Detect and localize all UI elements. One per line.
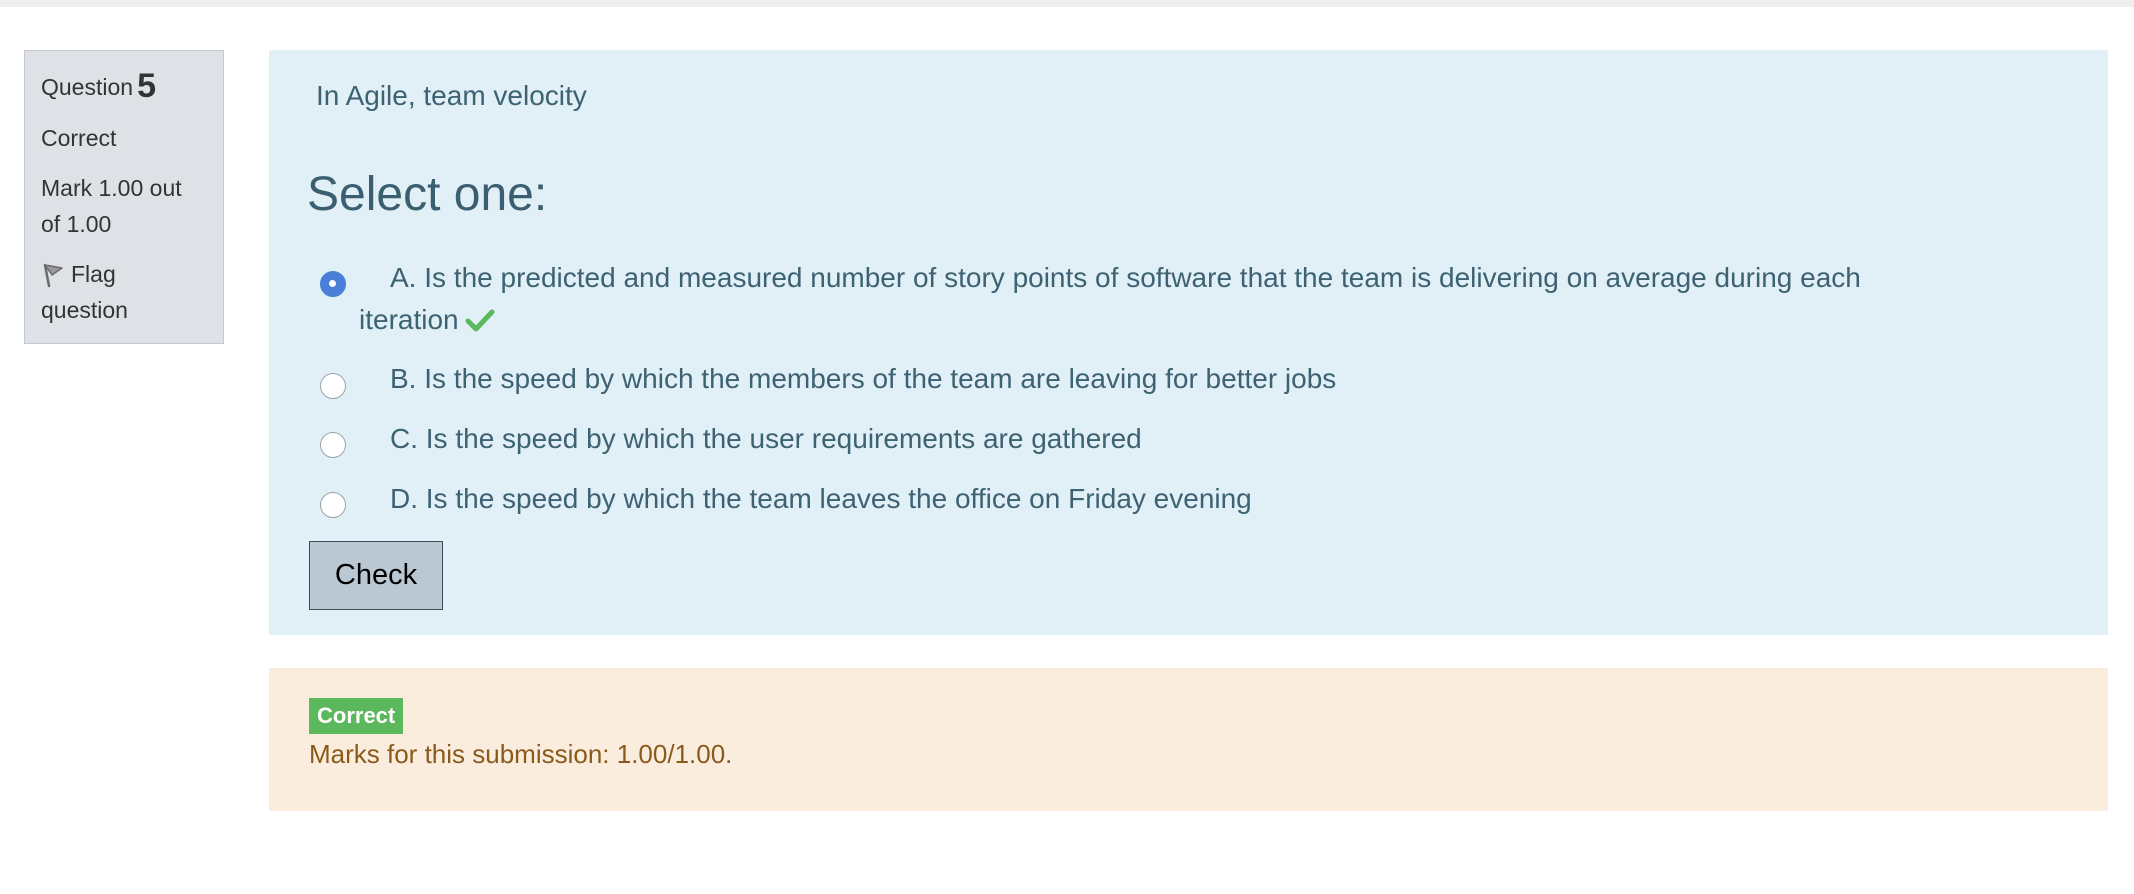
answer-b-letter: B. [390,363,417,394]
answer-b-text[interactable]: B. Is the speed by which the members of … [359,358,2059,400]
radio-d[interactable] [320,492,346,518]
flag-label-2[interactable]: question [41,292,207,328]
answer-a-text[interactable]: A. Is the predicted and measured number … [359,257,2059,341]
correct-badge: Correct [309,698,404,734]
answer-a-label: Is the predicted and measured number of … [424,262,1861,293]
top-bar [0,0,2134,7]
answer-d-letter: D. [390,483,418,514]
flag-label-1[interactable]: Flag [71,261,116,287]
question-state: Correct [41,125,117,151]
answer-a-letter: A. [390,262,417,293]
answer-d-label: Is the speed by which the team leaves th… [425,483,1252,514]
check-button[interactable]: Check [309,541,443,610]
radio-c[interactable] [320,432,346,458]
radio-a[interactable] [320,271,346,297]
answer-a-continuation-text: iteration [359,304,459,335]
question-text: In Agile, team velocity [316,80,587,111]
submission-marks: Marks for this submission: 1.00/1.00. [309,739,733,769]
question-label: Question [41,74,134,100]
question-grade: Mark 1.00 out of 1.00 [41,170,207,242]
grade-line-2: of 1.00 [41,211,112,237]
select-one-prompt: Select one: [307,168,548,221]
radio-b[interactable] [320,373,346,399]
feedback-panel: Correct Marks for this submission: 1.00/… [269,668,2108,811]
answer-b-label: Is the speed by which the members of the… [424,363,1337,394]
answer-c-text[interactable]: C. Is the speed by which the user requir… [359,418,2059,460]
check-icon [465,309,495,332]
answer-a-continuation: iteration [359,299,2059,341]
grade-line-1: Mark 1.00 out [41,175,182,201]
answer-c-letter: C. [390,423,418,454]
question-info-box: Question 5 Correct Mark 1.00 out of 1.00 … [24,50,224,344]
question-number: Question 5 [41,69,207,103]
answer-d-text[interactable]: D. Is the speed by which the team leaves… [359,478,2059,520]
answer-c-label: Is the speed by which the user requireme… [425,423,1142,454]
question-panel: In Agile, team velocity Select one: A. I… [269,50,2108,635]
question-number-value: 5 [137,67,156,105]
flag-icon[interactable] [41,262,65,288]
flag-question-link[interactable]: Flag question [41,256,207,328]
